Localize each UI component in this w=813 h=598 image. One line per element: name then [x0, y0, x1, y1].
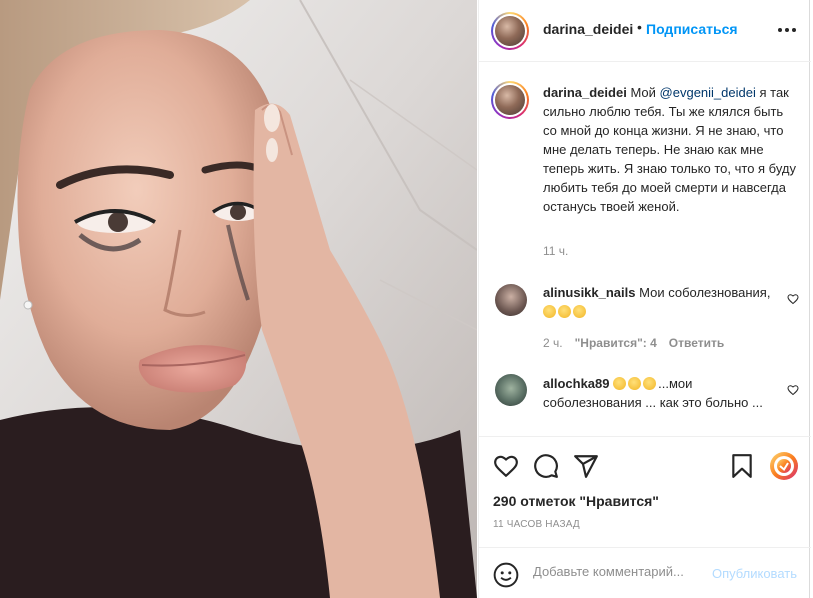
add-comment-bar: Опубликовать [479, 547, 811, 598]
caption-text-before: Мой [630, 85, 656, 100]
sad-face-emoji-icon [628, 377, 642, 390]
comments-list[interactable]: darina_deidei Мой @evgenii_deidei я так … [479, 63, 811, 435]
bookmark-icon[interactable] [729, 453, 755, 479]
likes-count[interactable]: 290 отметок "Нравится" [493, 493, 659, 509]
comment-heart-icon[interactable] [787, 384, 799, 396]
separator-dot: • [637, 19, 642, 35]
instagram-post-window: darina_deidei • Подписаться darina_deide… [0, 0, 813, 598]
follow-button[interactable]: Подписаться [646, 21, 738, 37]
action-bar: 290 отметок "Нравится" 11 ЧАСОВ НАЗАД [479, 436, 811, 546]
author-username[interactable]: darina_deidei [543, 21, 633, 37]
reply-button[interactable]: Ответить [669, 336, 724, 350]
comment-meta: 2 ч. "Нравится": 4 Ответить [543, 336, 724, 350]
share-icon[interactable] [573, 453, 599, 479]
caption-username[interactable]: darina_deidei [543, 85, 627, 100]
caption-mention[interactable]: @evgenii_deidei [660, 85, 756, 100]
comment-likes[interactable]: "Нравится": 4 [575, 336, 657, 350]
caption-time[interactable]: 11 ч. [543, 244, 568, 258]
heart-icon[interactable] [493, 453, 519, 479]
comment-icon[interactable] [533, 453, 559, 479]
add-comment-input[interactable] [533, 564, 703, 579]
selfie-image [0, 0, 477, 598]
comment-username[interactable]: alinusikk_nails [543, 285, 636, 300]
sticker-icon[interactable] [769, 451, 799, 481]
comment-username[interactable]: allochka89 [543, 376, 610, 391]
sad-face-emoji-icon [558, 305, 571, 318]
comment-item: alinusikk_nails Мои соболезнования, [543, 283, 779, 321]
emoji-icon[interactable] [493, 562, 519, 588]
publish-button[interactable]: Опубликовать [712, 566, 797, 581]
sad-face-emoji-icon [613, 377, 627, 390]
more-icon[interactable] [777, 22, 797, 38]
author-avatar[interactable] [491, 12, 529, 50]
comment-heart-icon[interactable] [787, 293, 799, 305]
comment-time[interactable]: 2 ч. [543, 336, 563, 350]
post-photo[interactable] [0, 0, 477, 598]
caption-text: darina_deidei Мой @evgenii_deidei я так … [543, 83, 799, 216]
sad-face-emoji-icon [643, 377, 657, 390]
comment-avatar[interactable] [495, 374, 527, 406]
comment-item: allochka89 ...мои соболезнования ... как… [543, 374, 779, 412]
pensive-face-emoji-icon [573, 305, 586, 318]
post-header: darina_deidei • Подписаться [479, 0, 811, 62]
post-sidebar: darina_deidei • Подписаться darina_deide… [478, 0, 811, 598]
post-time-ago[interactable]: 11 ЧАСОВ НАЗАД [493, 519, 580, 530]
comment-text: Мои соболезнования, [639, 285, 771, 300]
caption-avatar[interactable] [491, 81, 529, 119]
crying-face-emoji-icon [543, 305, 556, 318]
comment-avatar[interactable] [495, 284, 527, 316]
caption-text-after: я так сильно люблю тебя. Ты же клялся бы… [543, 85, 796, 214]
